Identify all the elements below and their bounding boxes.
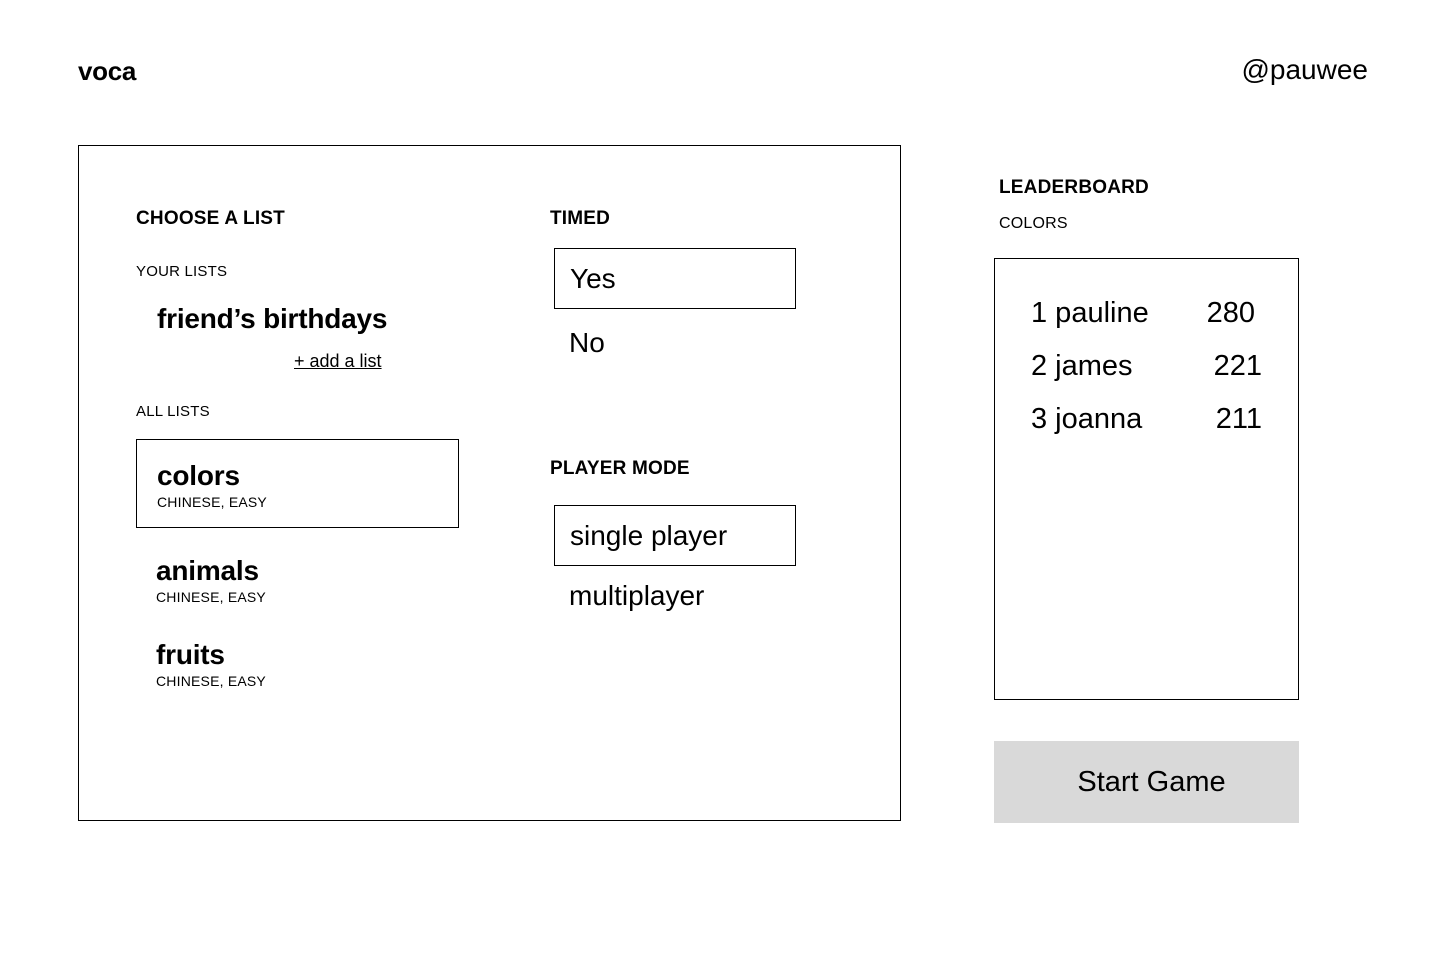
leaderboard-score: 211: [1215, 403, 1262, 435]
list-card-animals[interactable]: animals CHINESE, EASY: [136, 535, 459, 615]
list-card-meta: CHINESE, EASY: [156, 673, 266, 689]
list-card-colors[interactable]: colors CHINESE, EASY: [136, 439, 459, 528]
list-card-title: animals: [156, 555, 259, 586]
timed-option-no[interactable]: No: [554, 313, 796, 373]
leaderboard-score: 280: [1206, 297, 1255, 329]
player-mode-option-multi[interactable]: multiplayer: [554, 566, 796, 626]
player-mode-option-single[interactable]: single player: [554, 505, 796, 566]
leaderboard-heading: LEADERBOARD: [999, 177, 1149, 198]
username-link[interactable]: @pauwee: [1241, 54, 1368, 86]
leaderboard-player: 1 pauline: [1031, 297, 1149, 329]
leaderboard-score: 221: [1213, 350, 1262, 382]
leaderboard-row: 1 pauline 280: [1031, 297, 1262, 330]
list-card-meta: CHINESE, EASY: [157, 494, 267, 510]
leaderboard-row: 2 james 221: [1031, 350, 1262, 383]
app-logo[interactable]: voca: [78, 56, 136, 87]
list-card-meta: CHINESE, EASY: [156, 589, 266, 605]
start-game-button[interactable]: Start Game: [994, 741, 1299, 823]
your-list-item-friends-birthdays[interactable]: friend’s birthdays: [157, 303, 388, 335]
leaderboard-list-name: COLORS: [999, 215, 1068, 232]
list-card-title: colors: [157, 460, 240, 491]
choose-list-heading: CHOOSE A LIST: [136, 208, 285, 229]
leaderboard-table: 1 pauline 280 2 james 221 3 joanna 211: [994, 258, 1299, 700]
leaderboard-player: 2 james: [1031, 350, 1133, 382]
leaderboard-row: 3 joanna 211: [1031, 403, 1262, 436]
timed-option-yes[interactable]: Yes: [554, 248, 796, 309]
your-lists-label: YOUR LISTS: [136, 263, 228, 280]
player-mode-heading: PLAYER MODE: [550, 458, 690, 479]
all-lists-label: ALL LISTS: [136, 403, 210, 420]
game-setup-panel: CHOOSE A LIST YOUR LISTS friend’s birthd…: [78, 145, 901, 821]
list-card-fruits[interactable]: fruits CHINESE, EASY: [136, 619, 459, 699]
leaderboard-player: 3 joanna: [1031, 403, 1143, 435]
add-list-link[interactable]: + add a list: [294, 351, 382, 372]
list-card-title: fruits: [156, 639, 225, 670]
timed-heading: TIMED: [550, 208, 611, 229]
